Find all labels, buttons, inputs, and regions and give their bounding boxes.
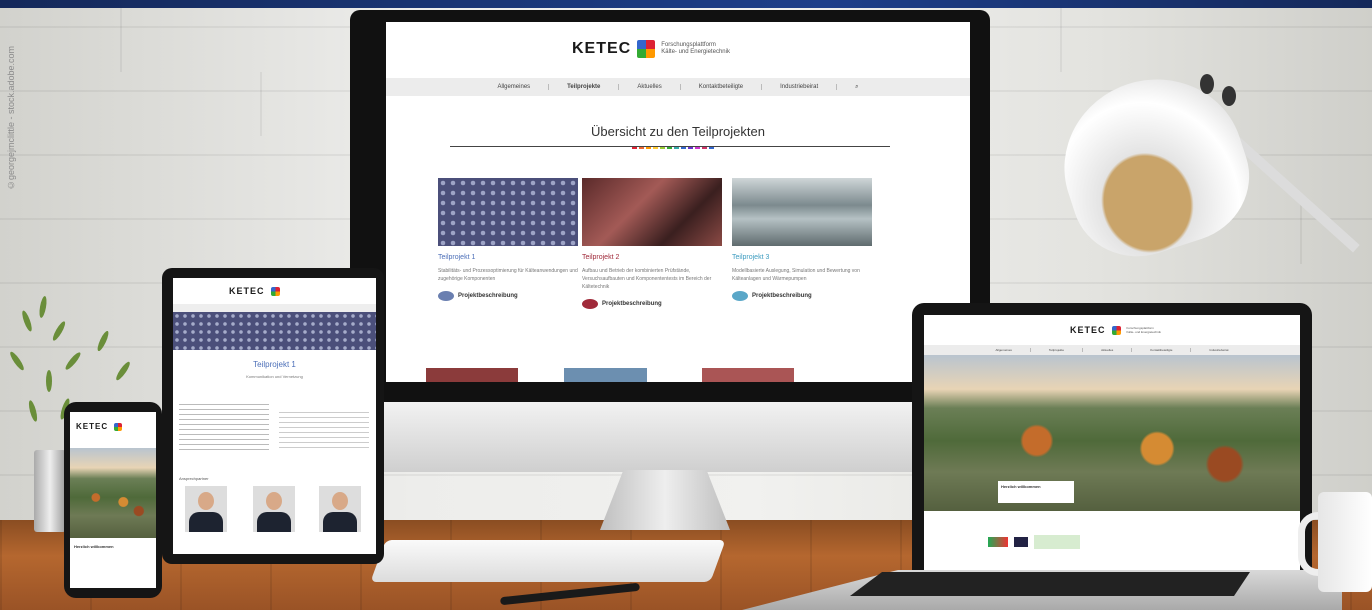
laptop-screen: KETEC Forschungsplattform Kälte- und Ener… <box>924 315 1300 579</box>
project-text-3: Modellbasierte Auslegung, Simulation und… <box>732 268 860 282</box>
more-projects-strip <box>426 368 886 382</box>
logo-cube-icon <box>1111 325 1121 335</box>
logo-cube-icon <box>114 422 123 431</box>
project-button-label-3: Projektbeschreibung <box>752 293 812 299</box>
laptop-nav-item[interactable]: Teilprojekte <box>1031 348 1084 352</box>
tablet-text-block <box>279 412 369 452</box>
phone-logo[interactable]: KETEC <box>76 422 123 431</box>
divider <box>450 146 890 147</box>
phone-hero-image <box>70 448 156 538</box>
arrow-icon <box>582 299 598 309</box>
tablet-text-block <box>179 404 269 454</box>
project-text-2: Aufbau und Betrieb der kombinierten Prüf… <box>582 268 712 290</box>
phone-caption: Herzlich willkommen <box>74 544 114 549</box>
arrow-icon <box>438 291 454 301</box>
person-photo-3 <box>319 486 361 532</box>
project-image-1 <box>438 178 578 246</box>
laptop-caption: Herzlich willkommen <box>998 481 1074 503</box>
arrow-icon <box>732 291 748 301</box>
tagline-line-2: Kälte- und Energietechnik <box>661 49 730 55</box>
person-photo-1 <box>185 486 227 532</box>
project-title-2[interactable]: Teilprojekt 2 <box>582 254 722 261</box>
tablet-logo[interactable]: KETEC <box>229 286 280 296</box>
photo-credit: ©georgejmclittle - stock.adobe.com <box>6 45 16 190</box>
nav-item-kontakt[interactable]: Kontaktbeteiligte <box>681 84 763 90</box>
tablet-section: Ansprechpartner <box>179 476 209 481</box>
project-title-3[interactable]: Teilprojekt 3 <box>732 254 872 261</box>
logo-text: KETEC <box>572 40 632 57</box>
project-card-1: Teilprojekt 1 Stabilitäts- und Prozessop… <box>438 178 578 301</box>
search-icon[interactable]: ⌕ <box>837 84 876 91</box>
phone-screen: KETEC Herzlich willkommen <box>70 412 156 588</box>
plant-pot <box>34 450 66 532</box>
person-photo-2 <box>253 486 295 532</box>
coffee-mug <box>1318 492 1372 592</box>
tablet-banner <box>173 312 376 350</box>
keyboard <box>370 540 726 582</box>
page-title: Übersicht zu den Teilprojekten <box>591 124 765 139</box>
nav-item-allgemeines[interactable]: Allgemeines <box>479 84 550 90</box>
laptop-nav-item[interactable]: Allgemeines <box>978 348 1031 352</box>
project-button-3[interactable]: Projektbeschreibung <box>732 291 872 301</box>
laptop-logo-tagline: Forschungsplattform Kälte- und Energietec… <box>1126 326 1161 334</box>
nav-item-aktuelles[interactable]: Aktuelles <box>619 84 681 90</box>
project-button-label-1: Projektbeschreibung <box>458 293 518 299</box>
project-image-2 <box>582 178 722 246</box>
monitor-screen: KETEC Forschungsplattform Kälte- und Ene… <box>386 22 970 382</box>
nav-item-teilprojekte[interactable]: Teilprojekte <box>549 84 620 90</box>
project-title-1[interactable]: Teilprojekt 1 <box>438 254 578 261</box>
laptop-nav-item[interactable]: Industriebeirat <box>1191 348 1246 352</box>
partner-logo <box>1014 537 1028 547</box>
nav-item-industriebeirat[interactable]: Industriebeirat <box>762 84 838 90</box>
laptop-logo[interactable]: KETEC Forschungsplattform Kälte- und Ener… <box>1070 325 1161 335</box>
tablet-heading: Teilprojekt 1 <box>253 360 296 369</box>
laptop-hero-image <box>924 355 1300 511</box>
main-nav: Allgemeines Teilprojekte Aktuelles Konta… <box>386 78 970 96</box>
partner-logo <box>1034 535 1080 549</box>
monitor-chin <box>350 402 990 472</box>
tagline-line-1: Forschungsplattform <box>661 42 716 48</box>
laptop-keyboard <box>850 572 1250 596</box>
tablet-nav <box>173 304 376 312</box>
project-button-1[interactable]: Projektbeschreibung <box>438 291 578 301</box>
project-card-2: Teilprojekt 2 Aufbau und Betrieb der kom… <box>582 178 722 309</box>
header-bar <box>0 0 1372 8</box>
site-logo[interactable]: KETEC Forschungsplattform Kälte- und Ene… <box>572 40 730 58</box>
logo-tagline: Forschungsplattform Kälte- und Energiete… <box>661 42 730 56</box>
lamp-joint <box>1222 86 1236 106</box>
project-card-3: Teilprojekt 3 Modellbasierte Auslegung, … <box>732 178 872 301</box>
phone-logo-text: KETEC <box>76 422 109 431</box>
laptop-nav-item[interactable]: Aktuelles <box>1083 348 1133 352</box>
project-button-2[interactable]: Projektbeschreibung <box>582 299 722 309</box>
project-image-3 <box>732 178 872 246</box>
tablet-subheading: Kommunikation und Vernetzung <box>246 374 303 379</box>
project-button-label-2: Projektbeschreibung <box>602 301 662 307</box>
project-text-1: Stabilitäts- und Prozessoptimierung für … <box>438 268 578 282</box>
tablet-logo-text: KETEC <box>229 286 265 296</box>
logo-cube-icon <box>637 40 656 58</box>
photo-scene: ©georgejmclittle - stock.adobe.com KETEC… <box>0 0 1372 610</box>
laptop-nav-item[interactable]: Kontaktbeteiligte <box>1132 348 1192 352</box>
logo-cube-icon <box>270 286 280 296</box>
partner-logo <box>988 537 1008 547</box>
tablet-screen: KETEC Teilprojekt 1 Kommunikation und Ve… <box>173 278 376 554</box>
lamp-joint <box>1200 74 1214 94</box>
laptop-nav: Allgemeines Teilprojekte Aktuelles Konta… <box>924 345 1300 355</box>
laptop-logo-text: KETEC <box>1070 325 1106 335</box>
